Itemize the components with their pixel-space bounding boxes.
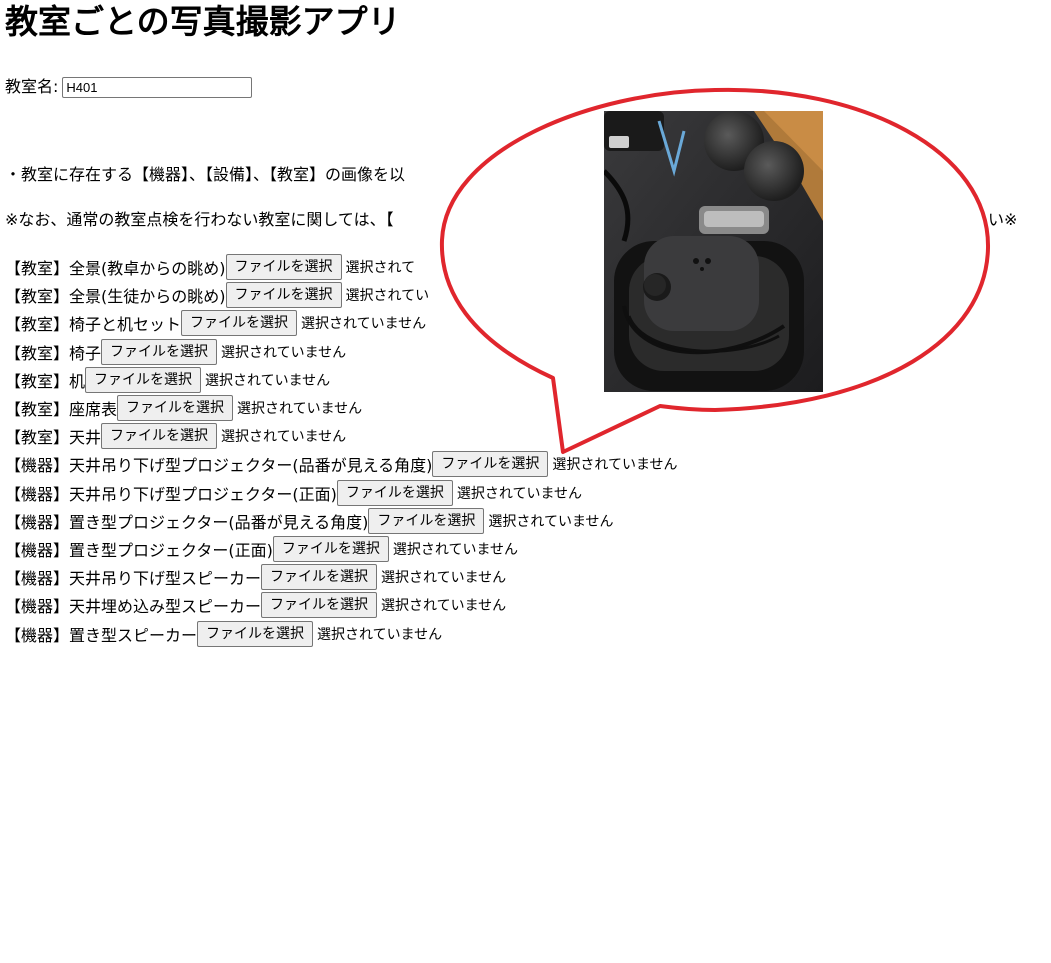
upload-item: 【機器】置き型プロジェクター(品番が見える角度) ファイルを選択 選択されていま…	[5, 507, 678, 535]
instruction-note: ・教室に存在する【機器】、【設備】、【教室】の画像を以	[5, 165, 406, 184]
file-select-button[interactable]: ファイルを選択	[261, 564, 378, 591]
upload-item: 【教室】机 ファイルを選択 選択されていません	[5, 366, 678, 394]
file-select-button[interactable]: ファイルを選択	[432, 451, 549, 478]
upload-item-label: 【機器】置き型プロジェクター(正面)	[5, 540, 273, 560]
file-status: 選択されていません	[301, 316, 427, 333]
file-status: 選択されていません	[381, 570, 507, 587]
file-select-button[interactable]: ファイルを選択	[261, 592, 378, 619]
file-select-button[interactable]: ファイルを選択	[101, 423, 218, 450]
upload-item: 【機器】天井吊り下げ型スピーカー ファイルを選択 選択されていません	[5, 563, 678, 591]
file-select-button[interactable]: ファイルを選択	[85, 366, 202, 393]
file-status: 選択されていません	[317, 626, 443, 643]
file-status: 選択されていません	[205, 372, 331, 389]
file-select-button[interactable]: ファイルを選択	[101, 338, 218, 365]
upload-item: 【機器】天井吊り下げ型プロジェクター(品番が見える角度) ファイルを選択 選択さ…	[5, 450, 678, 478]
upload-item-label: 【機器】天井埋め込み型スピーカー	[5, 597, 262, 617]
upload-item-label: 【教室】机	[5, 371, 86, 391]
upload-item-label: 【教室】椅子	[5, 343, 102, 363]
file-status: 選択されていません	[221, 344, 347, 361]
file-select-button[interactable]: ファイルを選択	[225, 254, 342, 281]
upload-item: 【教室】全景(教卓からの眺め) ファイルを選択 選択されて	[5, 253, 678, 281]
page-title: 教室ごとの写真撮影アプリ	[5, 2, 401, 41]
upload-item: 【機器】天井吊り下げ型プロジェクター(正面) ファイルを選択 選択されていません	[5, 479, 678, 507]
upload-item-label: 【機器】置き型スピーカー	[5, 625, 198, 645]
upload-item: 【教室】座席表 ファイルを選択 選択されていません	[5, 394, 678, 422]
upload-item-label: 【教室】天井	[5, 428, 102, 448]
file-select-button[interactable]: ファイルを選択	[272, 535, 389, 562]
upload-item-label: 【機器】天井吊り下げ型プロジェクター(品番が見える角度)	[5, 456, 433, 476]
upload-item-label: 【機器】置き型プロジェクター(品番が見える角度)	[5, 512, 369, 532]
file-select-button[interactable]: ファイルを選択	[368, 507, 485, 534]
file-status: 選択されていません	[221, 429, 347, 446]
file-select-button[interactable]: ファイルを選択	[197, 620, 314, 647]
room-name-row: 教室名:	[5, 76, 253, 98]
exception-note-end: い※	[988, 210, 1018, 229]
file-select-button[interactable]: ファイルを選択	[336, 479, 453, 506]
upload-item: 【教室】全景(生徒からの眺め) ファイルを選択 選択されてい	[5, 281, 678, 309]
upload-item-label: 【教室】全景(生徒からの眺め)	[5, 287, 226, 307]
file-select-button[interactable]: ファイルを選択	[225, 282, 342, 309]
upload-item: 【教室】椅子 ファイルを選択 選択されていません	[5, 338, 678, 366]
upload-item: 【機器】天井埋め込み型スピーカー ファイルを選択 選択されていません	[5, 591, 678, 619]
file-select-button[interactable]: ファイルを選択	[117, 395, 234, 422]
upload-list: 【教室】全景(教卓からの眺め) ファイルを選択 選択されて 【教室】全景(生徒か…	[5, 253, 678, 648]
file-status: 選択されていません	[392, 541, 519, 558]
upload-item: 【機器】置き型プロジェクター(正面) ファイルを選択 選択されていません	[5, 535, 678, 563]
file-status: 選択されていません	[237, 401, 363, 418]
page: 教室ごとの写真撮影アプリ 教室名: ・教室に存在する【機器】、【設備】、【教室】…	[0, 0, 1051, 963]
file-status: 選択されていません	[381, 598, 507, 615]
upload-item-label: 【教室】椅子と机セット	[5, 315, 182, 335]
file-status: 選択されていません	[488, 513, 614, 530]
room-name-input[interactable]	[62, 76, 253, 98]
upload-item-label: 【教室】全景(教卓からの眺め)	[5, 259, 226, 279]
upload-item-label: 【機器】天井吊り下げ型スピーカー	[5, 569, 262, 589]
upload-item: 【教室】椅子と机セット ファイルを選択 選択されていません	[5, 309, 678, 337]
file-status: 選択されて	[345, 260, 416, 277]
room-name-label: 教室名:	[5, 77, 59, 96]
file-status: 選択されていません	[456, 485, 583, 502]
upload-item: 【機器】置き型スピーカー ファイルを選択 選択されていません	[5, 619, 678, 647]
file-status: 選択されていません	[552, 457, 678, 474]
upload-item-label: 【教室】座席表	[5, 400, 118, 420]
file-status: 選択されてい	[345, 288, 430, 305]
upload-item: 【教室】天井 ファイルを選択 選択されていません	[5, 422, 678, 450]
exception-note: ※なお、通常の教室点検を行わない教室に関しては、【	[5, 210, 394, 229]
upload-item-label: 【機器】天井吊り下げ型プロジェクター(正面)	[5, 484, 337, 504]
preview-photo	[604, 111, 823, 392]
microphone-photo-image	[604, 111, 823, 392]
file-select-button[interactable]: ファイルを選択	[181, 310, 298, 337]
